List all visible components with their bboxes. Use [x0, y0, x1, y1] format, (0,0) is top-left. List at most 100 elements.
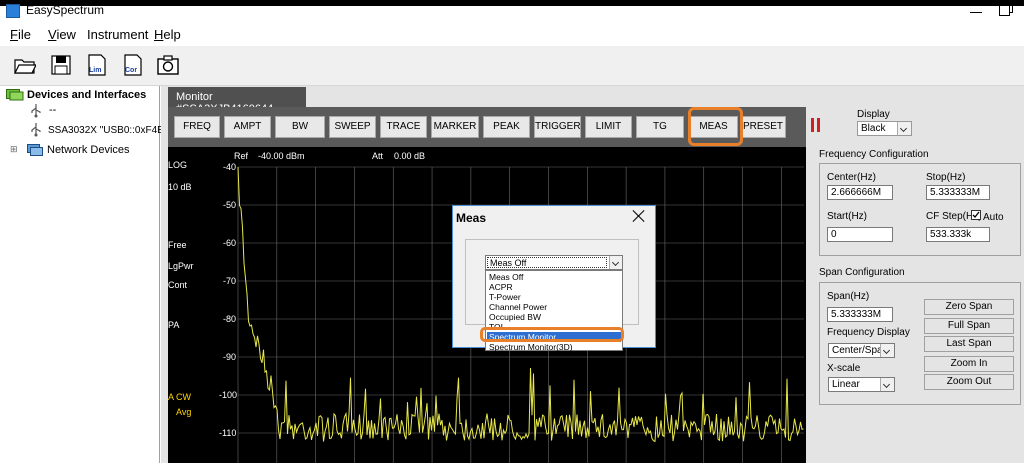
- display-select[interactable]: Black: [857, 121, 912, 136]
- stop-input[interactable]: 5.333333M: [926, 185, 990, 200]
- chevron-down-icon: [609, 256, 622, 269]
- last-span-button[interactable]: Last Span: [924, 336, 1014, 352]
- trigger-button[interactable]: TRIGGER: [534, 116, 581, 138]
- freq-button[interactable]: FREQ: [174, 116, 220, 138]
- avg-label: Avg: [176, 407, 192, 417]
- ampt-button[interactable]: AMPT: [224, 116, 271, 138]
- meas-option[interactable]: Occupied BW: [487, 312, 621, 322]
- pause-icon[interactable]: [811, 118, 821, 132]
- chevron-down-icon: [880, 344, 894, 357]
- window-title: EasySpectrum: [26, 3, 105, 17]
- y-tick: -70: [223, 276, 237, 286]
- dialog-title: Meas: [456, 211, 487, 225]
- usb-icon: [31, 104, 41, 118]
- cf-step-input[interactable]: 533.333k: [926, 227, 990, 242]
- usb-icon: [31, 123, 41, 137]
- xscale-label: X-scale: [827, 363, 861, 374]
- app-icon: [6, 4, 20, 18]
- xscale-select[interactable]: Linear: [828, 377, 895, 392]
- y-tick: -60: [223, 238, 237, 248]
- y-tick: -50: [223, 200, 237, 210]
- auto-label: Auto: [983, 212, 1004, 223]
- tg-button[interactable]: TG: [636, 116, 684, 138]
- meas-option[interactable]: Spectrum Monitor(3D): [487, 342, 621, 352]
- span-config-title: Span Configuration: [819, 267, 905, 278]
- limit-button[interactable]: LIMIT: [585, 116, 632, 138]
- chevron-down-icon: [897, 122, 911, 135]
- meas-option[interactable]: Meas Off: [487, 272, 621, 282]
- cont-label: Cont: [168, 280, 188, 290]
- ref-value: -40.00 dBm: [258, 151, 305, 161]
- pa-label: PA: [168, 320, 180, 330]
- close-icon[interactable]: [630, 207, 648, 225]
- sweep-button[interactable]: SWEEP: [329, 116, 376, 138]
- combobox-value: Meas Off: [487, 257, 607, 268]
- display-label: Display: [857, 109, 890, 120]
- span-input[interactable]: 5.333333M: [827, 307, 893, 322]
- device-tree: Devices and Interfaces -- SSA3032X "USB0…: [0, 86, 182, 463]
- toolbar: Lim Cor: [0, 46, 1024, 86]
- lgpwr-label: LgPwr: [168, 261, 194, 271]
- devices-icon: [6, 89, 24, 101]
- open-folder-icon[interactable]: [14, 54, 36, 76]
- zoom-in-button[interactable]: Zoom In: [924, 356, 1014, 372]
- tree-item-placeholder[interactable]: --: [49, 104, 56, 116]
- freq-config-title: Frequency Configuration: [819, 149, 929, 160]
- y-tick: -100: [219, 390, 238, 400]
- network-devices-icon: [27, 144, 43, 156]
- att-label: Att: [372, 151, 384, 161]
- y-tick: -80: [223, 314, 237, 324]
- menu-bar: File View Instrument Help: [0, 26, 1024, 46]
- y-tick: -40: [223, 162, 237, 172]
- meas-option[interactable]: ACPR: [487, 282, 621, 292]
- tab-monitor[interactable]: Monitor #SSA3XJB4160644: [168, 87, 306, 115]
- minimize-icon[interactable]: [968, 0, 984, 18]
- free-label: Free: [168, 240, 187, 250]
- tree-root[interactable]: Devices and Interfaces: [27, 89, 146, 101]
- checkmark-icon: [972, 211, 980, 218]
- title-bar: [0, 0, 1024, 26]
- svg-text:Lim: Lim: [89, 67, 101, 74]
- att-value: 0.00 dB: [394, 151, 426, 161]
- center-input[interactable]: 2.666666M: [827, 185, 893, 200]
- freq-display-select[interactable]: Center/Span: [828, 343, 895, 358]
- y-tick: -90: [223, 352, 237, 362]
- meas-highlight: [688, 107, 743, 146]
- save-icon[interactable]: [50, 54, 72, 76]
- scale-label: LOG: [168, 160, 188, 170]
- restore-icon[interactable]: [998, 1, 1014, 17]
- menu-help[interactable]: Help: [154, 27, 181, 42]
- meas-combobox[interactable]: Meas Off: [485, 255, 623, 270]
- trace-button[interactable]: TRACE: [380, 116, 427, 138]
- preset-button[interactable]: PRESET: [740, 116, 786, 138]
- svg-text:Cor: Cor: [125, 67, 137, 74]
- span-label: Span(Hz): [827, 291, 870, 302]
- camera-icon[interactable]: [157, 54, 179, 76]
- menu-instrument[interactable]: Instrument: [87, 27, 148, 42]
- full-span-button[interactable]: Full Span: [924, 318, 1014, 334]
- menu-view[interactable]: View: [48, 27, 76, 42]
- start-input[interactable]: 0: [827, 227, 893, 242]
- trace-mode-label: A CW: [168, 392, 192, 402]
- freq-display-label: Frequency Display: [827, 327, 910, 338]
- zero-span-button[interactable]: Zero Span: [924, 299, 1014, 315]
- meas-option[interactable]: T-Power: [487, 292, 621, 302]
- auto-checkbox[interactable]: [971, 210, 981, 220]
- ref-label: Ref: [234, 151, 249, 161]
- peak-button[interactable]: PEAK: [483, 116, 530, 138]
- stop-label: Stop(Hz): [926, 172, 966, 183]
- meas-option[interactable]: Channel Power: [487, 302, 621, 312]
- tree-item-network-devices[interactable]: Network Devices: [47, 144, 130, 156]
- marker-button[interactable]: MARKER: [431, 116, 479, 138]
- menu-file[interactable]: File: [10, 27, 31, 42]
- zoom-out-button[interactable]: Zoom Out: [924, 374, 1014, 390]
- correction-file-icon[interactable]: Cor: [122, 54, 144, 76]
- list-file-icon[interactable]: Lim: [86, 54, 108, 76]
- chevron-down-icon: [880, 378, 894, 391]
- expand-icon[interactable]: ⊞: [10, 144, 18, 155]
- y-tick: -110: [219, 428, 237, 438]
- start-label: Start(Hz): [827, 211, 867, 222]
- option-highlight: [480, 327, 624, 342]
- div-label: 10 dB: [168, 182, 192, 192]
- bw-button[interactable]: BW: [275, 116, 325, 138]
